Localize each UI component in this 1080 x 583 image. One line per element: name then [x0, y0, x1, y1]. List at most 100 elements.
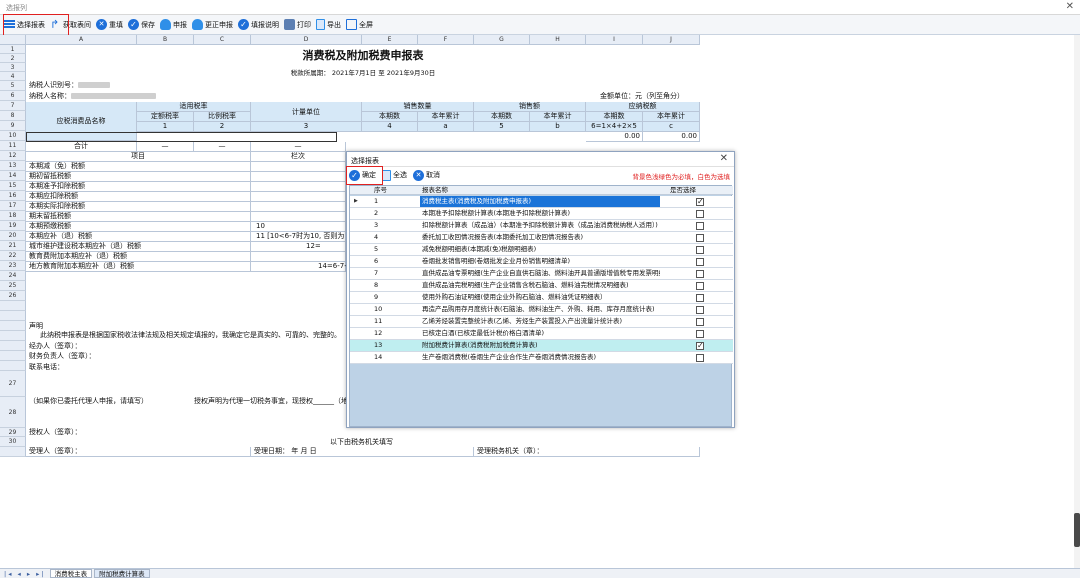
col-j[interactable]: J: [643, 35, 700, 45]
tab-main-table[interactable]: 消费税主表: [49, 569, 93, 578]
export-button[interactable]: 导出: [316, 17, 341, 33]
row-number[interactable]: 7: [0, 101, 26, 111]
row-number[interactable]: 9: [0, 121, 26, 131]
row-number[interactable]: 14: [0, 171, 26, 181]
row-number[interactable]: 25: [0, 281, 26, 291]
col-b[interactable]: B: [137, 35, 194, 45]
row-number[interactable]: 23: [0, 261, 26, 271]
col-f[interactable]: F: [418, 35, 474, 45]
row-number[interactable]: 19: [0, 221, 26, 231]
select-report-button[interactable]: 选择报表: [4, 17, 45, 33]
row-number[interactable]: 22: [0, 251, 26, 261]
report-row[interactable]: ▶ 1 消费税主表(消费税及附加税费申报表): [350, 196, 733, 208]
row-number[interactable]: 6: [0, 91, 26, 101]
tab-surcharge-table[interactable]: 附加税费计算表: [94, 569, 150, 578]
row-number[interactable]: 4: [0, 72, 26, 81]
row-number[interactable]: 11: [0, 141, 26, 151]
report-checkbox[interactable]: [696, 270, 704, 278]
confirm-button[interactable]: 确定: [349, 167, 376, 183]
fullscreen-button[interactable]: 全屏: [346, 17, 373, 33]
row-number[interactable]: 3: [0, 63, 26, 72]
fetch-button[interactable]: ↱ 获取表间: [50, 17, 91, 33]
refill-button[interactable]: 重填: [96, 17, 123, 33]
row-number[interactable]: [0, 447, 26, 457]
row-number[interactable]: 29: [0, 428, 26, 437]
cancel-button[interactable]: 取消: [413, 167, 440, 183]
row-number[interactable]: 1: [0, 45, 26, 54]
save-button[interactable]: 保存: [128, 17, 155, 33]
report-checkbox[interactable]: [696, 294, 704, 302]
row-number[interactable]: 20: [0, 231, 26, 241]
report-checkbox[interactable]: [696, 197, 704, 206]
report-row[interactable]: 8 直供成品油完税明细(生产企业销售含税石脑油、燃料油完税情况明细表): [350, 280, 733, 292]
report-checkbox[interactable]: [696, 354, 704, 362]
col-g[interactable]: G: [474, 35, 530, 45]
report-row[interactable]: 14 生产卷烟消费税(卷烟生产企业合作生产卷烟消费情况报告表): [350, 352, 733, 364]
report-checkbox[interactable]: [696, 341, 704, 350]
report-checkbox[interactable]: [696, 210, 704, 218]
row-number[interactable]: 12: [0, 151, 26, 161]
report-checkbox[interactable]: [696, 258, 704, 266]
col-a[interactable]: A: [26, 35, 137, 45]
row-number[interactable]: 18: [0, 211, 26, 221]
select-all-button[interactable]: 全选: [382, 167, 407, 183]
report-row[interactable]: 6 卷烟批发销售明细(卷烟批发企业月份销售明细清单): [350, 256, 733, 268]
report-row[interactable]: 13 附加税费计算表(消费税附加税费计算表): [350, 340, 733, 352]
report-row[interactable]: 9 使用外购石油证明细(使用企业外购石脑油、燃料油凭证明细表）: [350, 292, 733, 304]
report-row[interactable]: 10 再造产品购用存月度统计表(石脑油、燃料油生产、外购、耗用、库存月度统计表): [350, 304, 733, 316]
report-checkbox[interactable]: [696, 330, 704, 338]
report-row[interactable]: 5 减免税额明细表(本期减(免)税额明细表): [350, 244, 733, 256]
row-number[interactable]: [0, 361, 26, 371]
report-row[interactable]: 11 乙烯芳烃装置完整统计表(乙烯、芳烃生产装置投入产出流量计统计表): [350, 316, 733, 328]
row-number[interactable]: 30: [0, 437, 26, 447]
col-h[interactable]: H: [530, 35, 586, 45]
row-number[interactable]: 16: [0, 191, 26, 201]
close-icon[interactable]: ✕: [720, 153, 728, 164]
row-number[interactable]: 28: [0, 397, 26, 428]
report-checkbox[interactable]: [696, 282, 704, 290]
guide-button[interactable]: 填报说明: [238, 17, 279, 33]
row-number[interactable]: 13: [0, 161, 26, 171]
row-number[interactable]: [0, 331, 26, 341]
report-row[interactable]: 3 扣除税额计算表（成品油）(本期准予扣除税额计算表（成品油消费税纳税人适用）): [350, 220, 733, 232]
col-i[interactable]: I: [586, 35, 643, 45]
row-number[interactable]: [0, 341, 26, 351]
row-number[interactable]: 8: [0, 111, 26, 121]
report-row[interactable]: 4 委托加工收回情况报告表(本期委托加工收回情况报告表): [350, 232, 733, 244]
report-checkbox[interactable]: [696, 318, 704, 326]
vertical-scrollbar[interactable]: [1074, 35, 1080, 568]
col-c[interactable]: C: [194, 35, 251, 45]
row-number[interactable]: [0, 301, 26, 311]
row-number[interactable]: 21: [0, 241, 26, 251]
col-d[interactable]: D: [251, 35, 362, 45]
report-row[interactable]: 7 直供成品油专票明细(生产企业自直供石脑油、燃料油开具普通版增值税专用发票明细表…: [350, 268, 733, 280]
report-checkbox[interactable]: [696, 234, 704, 242]
close-icon[interactable]: ✕: [1066, 1, 1074, 12]
submit-button[interactable]: 申报: [160, 17, 187, 33]
row-number[interactable]: 5: [0, 81, 26, 91]
correct-submit-button[interactable]: 更正申报: [192, 17, 233, 33]
row-number[interactable]: 27: [0, 371, 26, 397]
report-checkbox[interactable]: [696, 222, 704, 230]
col-e[interactable]: E: [362, 35, 418, 45]
report-name: 本期准予扣除税额计算表(本期准予扣除税额计算表): [422, 209, 571, 217]
row-number[interactable]: 2: [0, 54, 26, 63]
tab-nav-arrows[interactable]: |◂ ◂ ▸ ▸|: [4, 570, 46, 578]
row-number[interactable]: [0, 311, 26, 321]
scrollbar-thumb[interactable]: [1074, 513, 1080, 547]
report-checkbox[interactable]: [696, 306, 704, 314]
print-button[interactable]: 打印: [284, 17, 311, 33]
report-row[interactable]: 2 本期准予扣除税额计算表(本期准予扣除税额计算表): [350, 208, 733, 220]
report-row[interactable]: 12 已核定白酒(已核定最低计税价格白酒清单): [350, 328, 733, 340]
row-number[interactable]: 24: [0, 271, 26, 281]
row-number[interactable]: [0, 321, 26, 331]
row-number[interactable]: [0, 351, 26, 361]
row-number[interactable]: 15: [0, 181, 26, 191]
report-checkbox[interactable]: [696, 246, 704, 254]
declare-text: 此纳税申报表是根据国家税收法律法规及相关规定填报的，我确定它是真实的、可靠的、完…: [40, 331, 341, 339]
col-select: 是否选择: [670, 186, 696, 194]
row-number[interactable]: 10: [0, 131, 26, 141]
input-cell-a8[interactable]: [26, 132, 337, 142]
row-number[interactable]: 26: [0, 291, 26, 301]
row-number[interactable]: 17: [0, 201, 26, 211]
